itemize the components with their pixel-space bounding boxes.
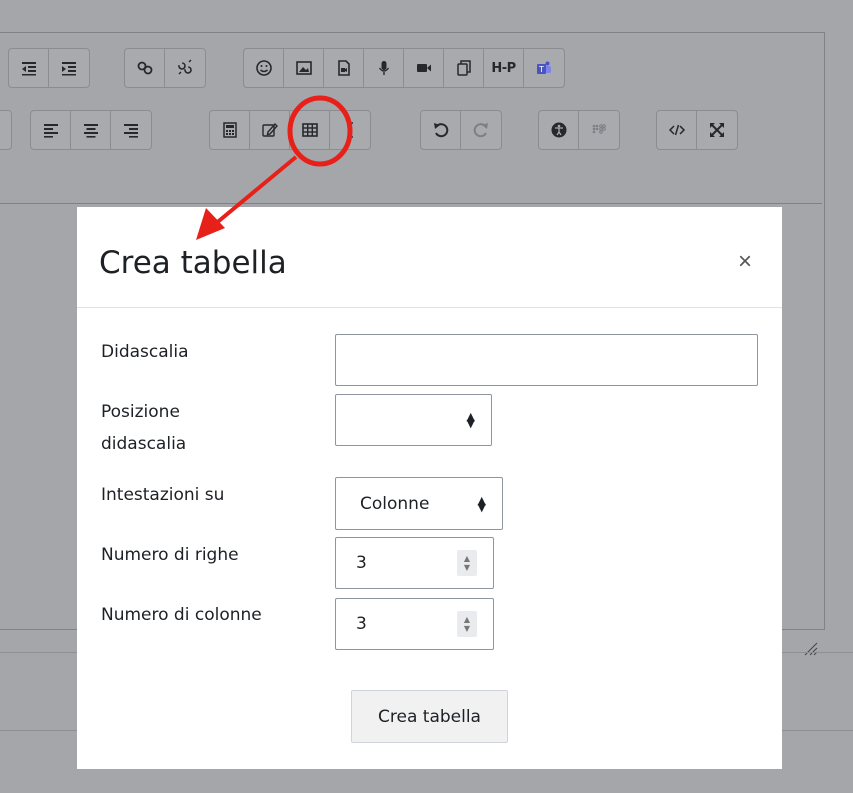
create-table-dialog: Crea tabella × Didascalia Posizione dida… [77, 207, 782, 769]
select-arrows-icon: ▲ ▼ [477, 493, 486, 514]
table-icon [301, 123, 318, 137]
align-center-icon [83, 124, 98, 138]
toolbar-group-indent [8, 48, 90, 88]
text-cursor-button[interactable] [330, 111, 370, 149]
headers-value: Colonne [360, 493, 430, 514]
rows-input[interactable]: 3 ▲ ▼ [335, 537, 494, 589]
undo-button[interactable] [421, 111, 461, 149]
chevron-down-icon: ▼ [463, 624, 471, 633]
microphone-button[interactable] [364, 49, 404, 87]
h5p-button[interactable]: H-P [484, 49, 524, 87]
rows-value: 3 [356, 553, 367, 573]
align-right-button[interactable] [111, 111, 151, 149]
accessibility-checker-button[interactable] [539, 111, 579, 149]
undo-icon [433, 123, 448, 138]
select-arrows-icon: ▲ ▼ [466, 410, 475, 430]
edit-equation-button[interactable] [250, 111, 290, 149]
toolbar-group-accessibility [538, 110, 620, 150]
media-button[interactable] [324, 49, 364, 87]
teams-button[interactable]: T [524, 49, 564, 87]
caption-position-select[interactable]: ▲ ▼ [335, 394, 492, 446]
screenreader-icon [592, 124, 606, 134]
columns-spinner[interactable]: ▲ ▼ [457, 611, 477, 637]
align-left-icon [43, 124, 58, 138]
fullscreen-icon [710, 123, 724, 137]
emoji-icon [255, 60, 272, 76]
link-icon [137, 61, 152, 75]
manage-files-button[interactable] [444, 49, 484, 87]
toolbar-group-align [30, 110, 152, 150]
h5p-icon: H-P [491, 60, 516, 76]
chevron-up-icon: ▲ [463, 554, 471, 563]
outdent-button[interactable] [9, 49, 49, 87]
dialog-header: Crea tabella × [77, 207, 782, 308]
microphone-icon [378, 61, 389, 75]
indent-button[interactable] [49, 49, 89, 87]
columns-value: 3 [356, 614, 367, 634]
align-right-icon [124, 124, 138, 138]
caption-label: Didascalia [101, 342, 189, 362]
indent-icon [62, 62, 76, 76]
toolbar-group-partial [0, 110, 12, 150]
dialog-title: Crea tabella [99, 245, 287, 281]
html-button[interactable] [657, 111, 697, 149]
video-button[interactable] [404, 49, 444, 87]
caption-position-label-line2: didascalia [101, 434, 187, 454]
toolbar-group-insert: H-P T [243, 48, 565, 88]
image-icon [295, 61, 312, 75]
accessibility-icon [551, 122, 566, 138]
align-left-button[interactable] [31, 111, 71, 149]
rows-spinner[interactable]: ▲ ▼ [457, 550, 477, 576]
toolbar-group-history [420, 110, 502, 150]
caption-input[interactable] [335, 334, 758, 386]
text-cursor-icon [347, 122, 353, 138]
caption-position-label-line1: Posizione [101, 402, 180, 422]
toolbar-group-link [124, 48, 206, 88]
chevron-down-icon: ▼ [463, 563, 471, 572]
video-icon [416, 64, 431, 72]
toolbar-group-tools [209, 110, 371, 150]
media-icon [337, 60, 350, 76]
align-center-button[interactable] [71, 111, 111, 149]
svg-text:T: T [538, 65, 544, 74]
headers-label: Intestazioni su [101, 485, 225, 505]
emoji-button[interactable] [244, 49, 284, 87]
rows-label: Numero di righe [101, 545, 239, 565]
columns-label: Numero di colonne [101, 605, 262, 625]
headers-select[interactable]: Colonne ▲ ▼ [335, 477, 503, 530]
toolbar-group-view [656, 110, 738, 150]
calculator-button[interactable] [210, 111, 250, 149]
unlink-icon [178, 59, 192, 75]
table-button[interactable] [290, 111, 330, 149]
image-button[interactable] [284, 49, 324, 87]
redo-button[interactable] [461, 111, 501, 149]
fullscreen-button[interactable] [697, 111, 737, 149]
screenreader-helper-button[interactable] [579, 111, 619, 149]
html-icon [668, 124, 685, 136]
calculator-icon [222, 122, 237, 138]
toolbar-button-partial[interactable] [0, 111, 11, 149]
edit-equation-icon [261, 122, 278, 137]
chevron-up-icon: ▲ [463, 615, 471, 624]
columns-input[interactable]: 3 ▲ ▼ [335, 598, 494, 650]
close-button[interactable]: × [732, 249, 758, 275]
resize-grip-icon[interactable] [802, 640, 818, 656]
redo-icon [473, 123, 488, 138]
manage-files-icon [456, 60, 471, 76]
create-table-button[interactable]: Crea tabella [351, 690, 508, 743]
link-button[interactable] [125, 49, 165, 87]
teams-icon: T [537, 61, 551, 74]
close-icon: × [737, 248, 752, 275]
unlink-button[interactable] [165, 49, 205, 87]
outdent-icon [21, 62, 36, 76]
